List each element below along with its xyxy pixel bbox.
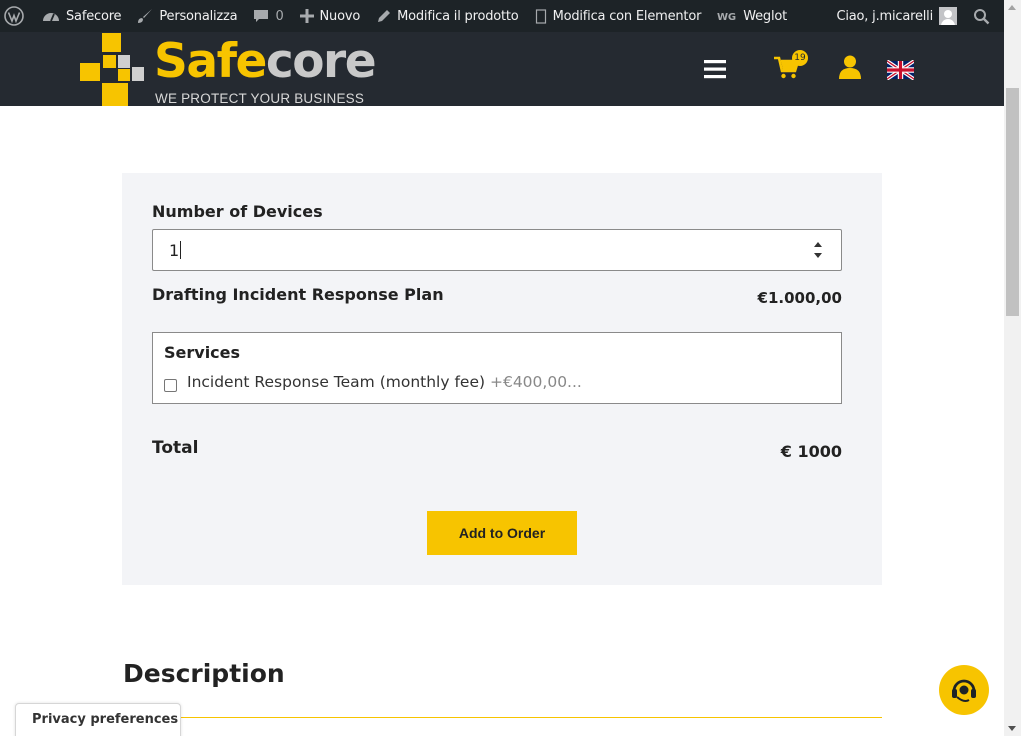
comment-icon (254, 10, 269, 22)
pencil-icon (378, 9, 391, 22)
dashboard-icon (43, 13, 59, 22)
product-options-panel: Number of Devices 1 Drafting Incident Re… (122, 173, 882, 585)
scroll-down-icon[interactable] (1008, 726, 1016, 731)
menu-button[interactable] (703, 57, 727, 81)
total-label: Total (152, 438, 199, 458)
admin-comments-count: 0 (275, 8, 284, 24)
wp-admin-bar: Safecore Personalizza 0 Nuovo Modifica i… (0, 0, 1004, 32)
search-icon (974, 8, 990, 24)
service-item-price: +€400,00... (489, 373, 582, 391)
text-caret (180, 241, 182, 259)
admin-edit-elementor-label: Modifica con Elementor (552, 8, 702, 24)
wordpress-logo-icon[interactable] (0, 0, 34, 32)
admin-edit-product-label: Modifica il prodotto (397, 8, 519, 24)
cart-count-badge: 19 (792, 50, 808, 66)
admin-new-label: Nuovo (319, 8, 361, 24)
weglot-icon: WG (717, 12, 736, 22)
plan-price: €1.000,00 (757, 289, 842, 307)
admin-customize-link[interactable]: Personalizza (129, 0, 245, 32)
service-item-label[interactable]: Incident Response Team (monthly fee) +€4… (187, 373, 582, 391)
admin-site-name: Safecore (66, 8, 122, 24)
services-box: Services Incident Response Team (monthly… (152, 332, 842, 404)
cart-button[interactable]: 19 (774, 50, 808, 80)
user-icon (839, 55, 861, 79)
logo-squares-icon (80, 33, 144, 106)
devices-quantity-input[interactable]: 1 (152, 229, 842, 271)
site-header: Safecore WE PROTECT YOUR BUSINESS 19 (0, 32, 1004, 106)
devices-quantity-value: 1 (169, 240, 180, 260)
admin-site-name-link[interactable]: Safecore (34, 0, 129, 32)
plan-label: Drafting Incident Response Plan (152, 285, 444, 304)
plus-icon (299, 9, 314, 23)
stepper-up-icon[interactable] (814, 242, 822, 247)
account-button[interactable] (838, 54, 862, 80)
svg-text:WG: WG (717, 12, 736, 22)
hamburger-icon (704, 60, 726, 79)
uk-flag-icon (887, 60, 914, 80)
admin-new-link[interactable]: Nuovo (292, 0, 369, 32)
admin-account-link[interactable]: Ciao, j.micarelli (829, 0, 964, 32)
admin-customize-label: Personalizza (159, 8, 238, 24)
elementor-icon (535, 8, 546, 24)
logo-tagline: WE PROTECT YOUR BUSINESS (155, 91, 365, 106)
brush-icon (138, 9, 153, 23)
devices-label: Number of Devices (152, 202, 323, 221)
admin-greeting: Ciao, j.micarelli (836, 8, 934, 24)
support-chat-button[interactable] (939, 665, 989, 715)
site-logo[interactable]: Safecore WE PROTECT YOUR BUSINESS (80, 32, 380, 106)
stepper-down-icon[interactable] (814, 253, 822, 258)
services-title: Services (164, 343, 241, 362)
logo-wordmark: Safecore (154, 38, 377, 85)
admin-search-button[interactable] (963, 0, 1004, 32)
logo-core: core (265, 34, 377, 89)
scroll-up-icon[interactable] (1008, 5, 1016, 10)
headset-icon (952, 679, 976, 702)
page-scrollbar[interactable] (1004, 0, 1021, 736)
admin-edit-product-link[interactable]: Modifica il prodotto (368, 0, 526, 32)
admin-comments-link[interactable]: 0 (245, 0, 291, 32)
logo-safe: Safe (154, 34, 267, 89)
admin-weglot-link[interactable]: WG Weglot (709, 0, 795, 32)
language-switcher[interactable] (887, 60, 914, 80)
total-value: € 1000 (780, 442, 842, 461)
avatar (939, 7, 957, 25)
admin-edit-elementor-link[interactable]: Modifica con Elementor (527, 0, 710, 32)
description-title: Description (123, 659, 285, 688)
quantity-stepper[interactable] (813, 240, 823, 260)
service-checkbox[interactable] (164, 379, 177, 392)
scroll-thumb[interactable] (1006, 88, 1019, 316)
description-divider (122, 717, 882, 718)
admin-weglot-label: Weglot (743, 8, 788, 24)
add-to-order-button[interactable]: Add to Order (427, 511, 577, 555)
privacy-preferences-button[interactable]: Privacy preferences (15, 703, 181, 736)
service-item-name: Incident Response Team (monthly fee) (187, 373, 486, 391)
